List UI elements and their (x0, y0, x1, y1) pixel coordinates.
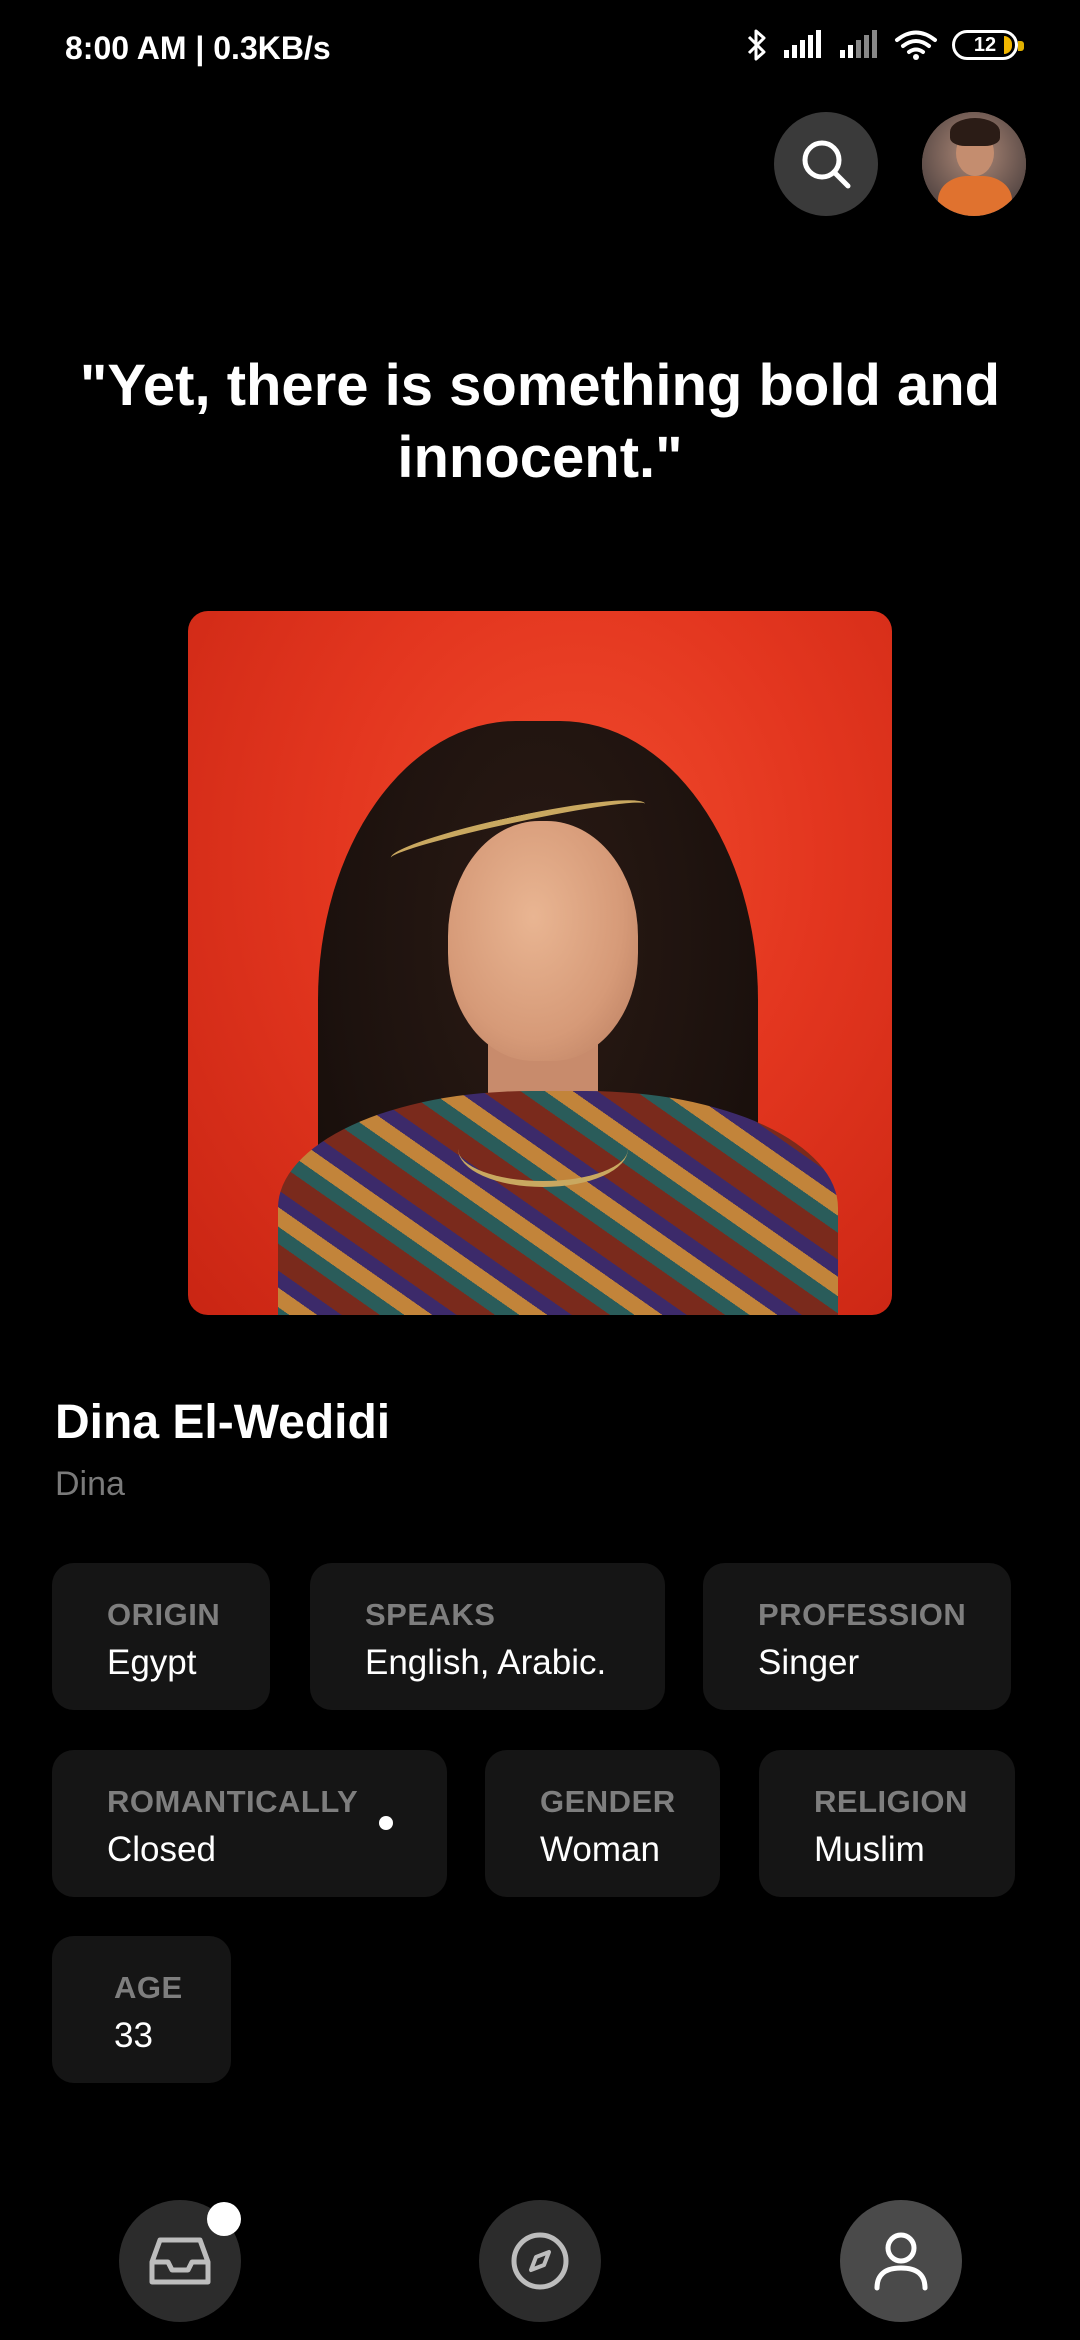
attribute-chip-speaks: SPEAKS English, Arabic. (310, 1563, 665, 1710)
attribute-chip-gender: GENDER Woman (485, 1750, 720, 1897)
attribute-label: ROMANTICALLY (107, 1784, 359, 1819)
search-button[interactable] (774, 112, 878, 216)
profile-quote: "Yet, there is something bold and innoce… (79, 353, 1001, 490)
profile-name: Dina El-Wedidi (55, 1396, 391, 1449)
user-avatar[interactable] (922, 112, 1026, 216)
attribute-value: Woman (540, 1830, 660, 1869)
user-icon (874, 2232, 928, 2291)
attribute-value: English, Arabic. (365, 1643, 607, 1682)
bluetooth-icon (747, 29, 766, 61)
search-icon (802, 140, 851, 189)
attribute-label: AGE (114, 1970, 183, 2005)
attribute-chip-origin: ORIGIN Egypt (52, 1563, 270, 1710)
nav-explore-button[interactable] (479, 2200, 601, 2322)
attribute-value: Closed (107, 1830, 216, 1869)
attribute-label: RELIGION (814, 1784, 968, 1819)
attribute-chip-age: AGE 33 (52, 1936, 231, 2083)
profile-photo[interactable] (188, 611, 892, 1315)
status-dot (379, 1816, 393, 1830)
attribute-value: Muslim (814, 1830, 925, 1869)
attribute-chip-romantically: ROMANTICALLY Closed (52, 1750, 447, 1897)
wifi-icon (895, 30, 937, 60)
attribute-label: ORIGIN (107, 1597, 221, 1632)
signal-icon (840, 30, 877, 58)
compass-icon (511, 2232, 569, 2290)
status-time: 8:00 AM | 0.3KB/s (65, 30, 331, 66)
status-bar: 8:00 AM | 0.3KB/s 12 (0, 0, 1080, 100)
signal-icon (784, 30, 821, 58)
bottom-nav (0, 2200, 1080, 2340)
inbox-icon (149, 2237, 211, 2285)
attribute-label: GENDER (540, 1784, 676, 1819)
top-actions (774, 112, 1026, 216)
notification-badge (207, 2202, 241, 2236)
attribute-value: 33 (114, 2016, 153, 2055)
attribute-label: PROFESSION (758, 1597, 967, 1632)
attribute-label: SPEAKS (365, 1597, 496, 1632)
battery-icon: 12 (952, 30, 1024, 60)
profile-nickname: Dina (55, 1465, 125, 1503)
attribute-value: Singer (758, 1643, 860, 1682)
attribute-chip-religion: RELIGION Muslim (759, 1750, 1015, 1897)
status-icons: 12 (746, 28, 1024, 62)
attribute-chip-profession: PROFESSION Singer (703, 1563, 1011, 1710)
battery-level: 12 (973, 33, 997, 56)
attribute-value: Egypt (107, 1643, 197, 1682)
nav-profile-button[interactable] (840, 2200, 962, 2322)
